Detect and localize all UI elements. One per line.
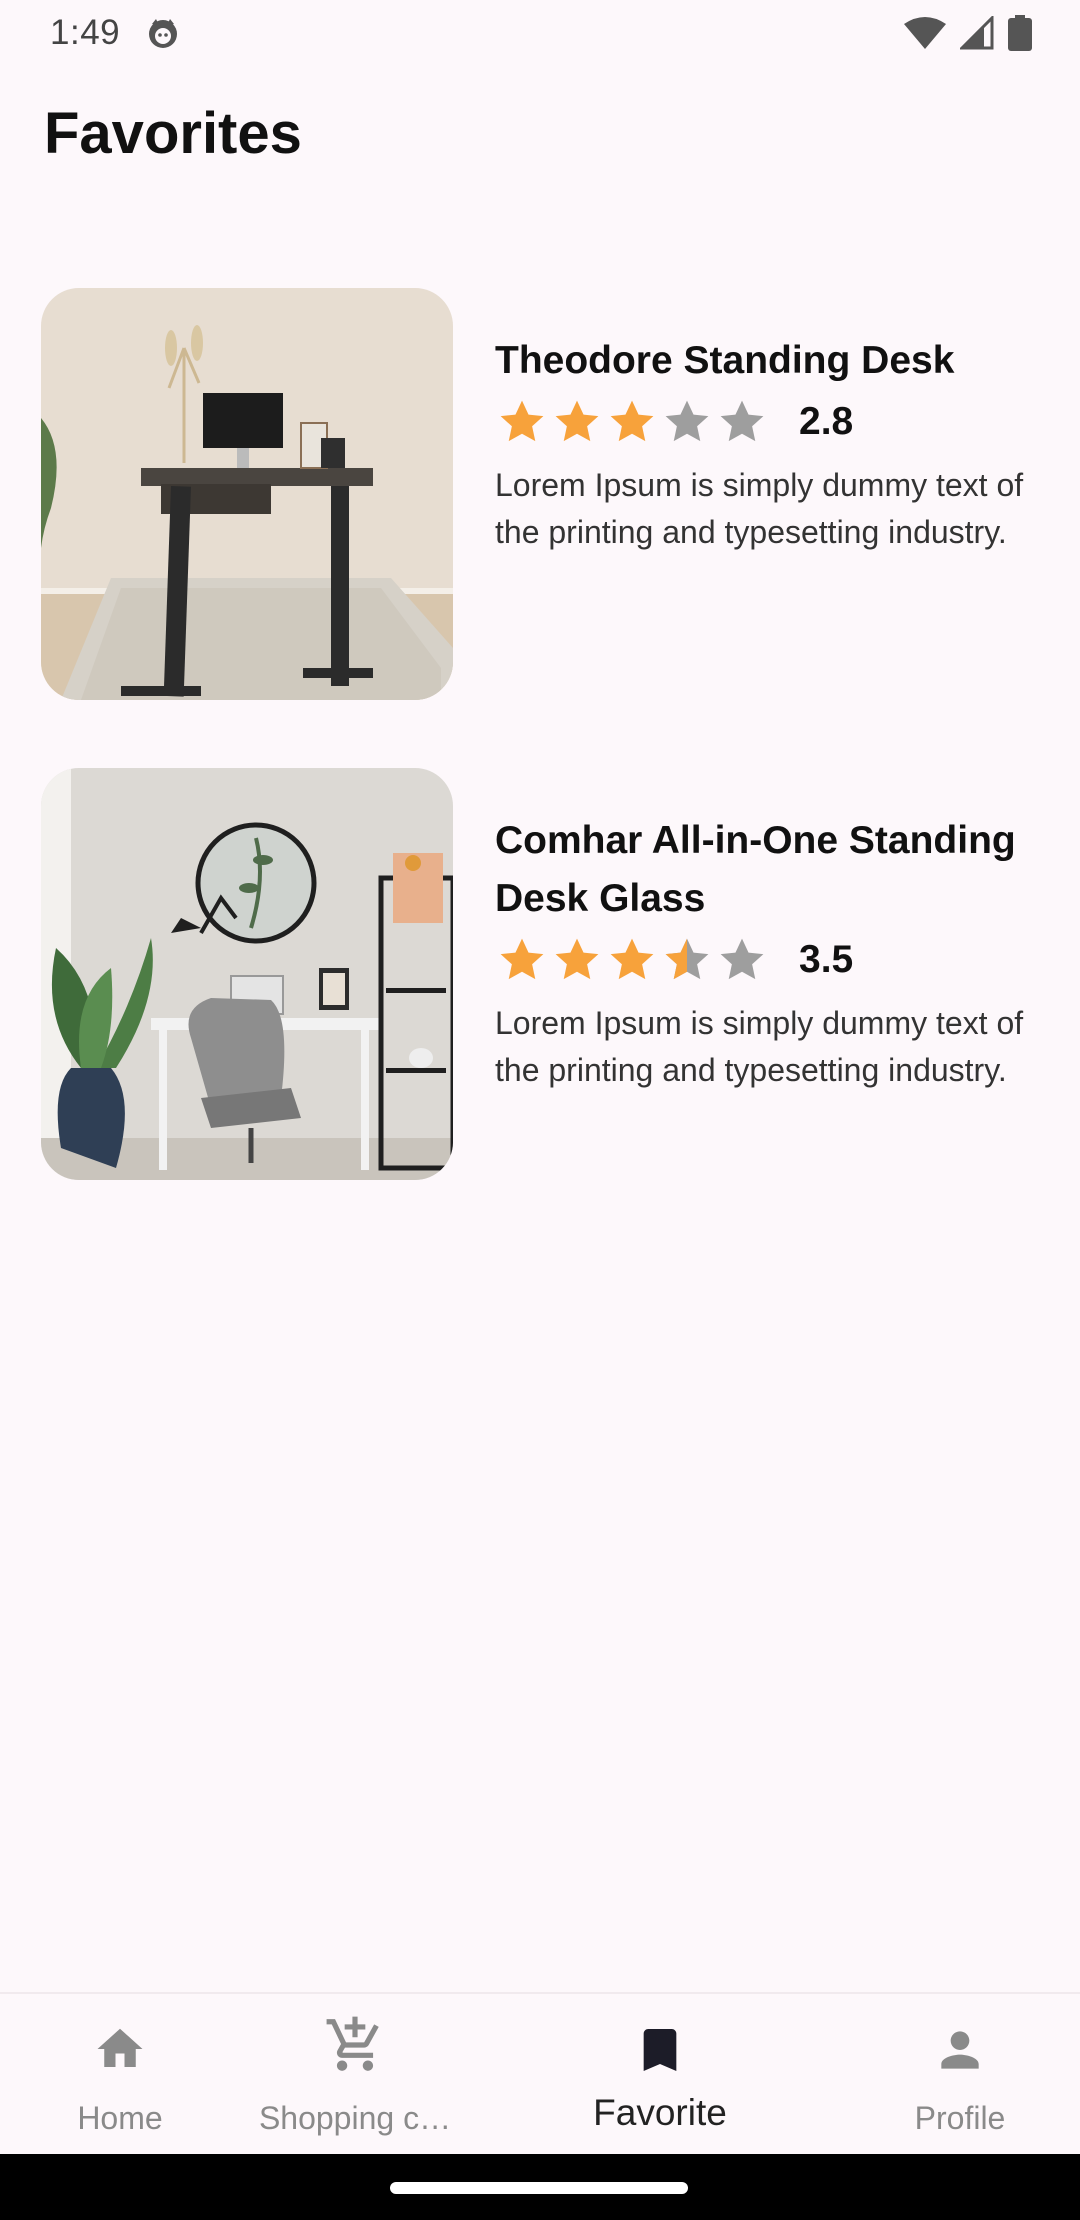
cell-signal-icon (960, 16, 994, 50)
product-title: Comhar All-in-One Standing Desk Glass (495, 819, 1016, 920)
favorites-list: Theodore Standing Desk 2.8 Lorem Ipsum i… (0, 288, 1080, 1248)
favorite-item[interactable]: Theodore Standing Desk 2.8 Lorem Ipsum i… (0, 288, 1080, 700)
status-time: 1:49 (50, 13, 121, 52)
nav-item-favorite[interactable]: Favorite (560, 1994, 760, 2156)
nav-label-profile: Profile (914, 2100, 1006, 2136)
favorite-item[interactable]: Comhar All-in-One Standing Desk Glass 3.… (0, 768, 1080, 1180)
app-notification-icon (149, 19, 178, 48)
favorites-screen: 1:49 Favorites Theodore Standing Desk 2.… (0, 0, 1080, 2220)
home-icon (97, 2028, 143, 2067)
product-rating: 3.5 (495, 930, 1025, 990)
home-gesture-handle[interactable] (390, 2182, 688, 2194)
star-filled-icon (500, 938, 544, 980)
star-empty-icon (720, 938, 764, 980)
system-gesture-bar (0, 2154, 1080, 2220)
star-filled-icon (610, 400, 654, 442)
nav-label-home: Home (77, 2100, 163, 2136)
product-title: Theodore Standing Desk (495, 339, 955, 382)
page-title: Favorites (44, 101, 302, 166)
person-icon (941, 2031, 979, 2069)
nav-item-shopping-cart[interactable]: Shopping c… (250, 1994, 460, 2156)
rating-value: 3.5 (799, 938, 854, 981)
product-description: Lorem Ipsum is simply dummy text of the … (495, 467, 1024, 550)
rating-stars (495, 395, 769, 449)
nav-item-profile[interactable]: Profile (870, 1994, 1050, 2156)
bookmark-icon (643, 2029, 677, 2071)
star-filled-icon (555, 938, 599, 980)
product-rating: 2.8 (495, 392, 1025, 452)
battery-icon (1008, 15, 1032, 51)
nav-label-favorite: Favorite (593, 2092, 727, 2133)
status-bar: 1:49 (0, 0, 1080, 66)
star-filled-icon (500, 400, 544, 442)
rating-stars (495, 933, 769, 987)
star-filled-icon (555, 400, 599, 442)
product-image-comhar-desk (41, 768, 453, 1180)
wifi-icon (904, 17, 946, 49)
star-empty-icon (665, 400, 709, 442)
bottom-navigation: Home Shopping c… Favorite Profile (0, 1992, 1080, 2154)
star-filled-icon (610, 938, 654, 980)
star-empty-icon (720, 400, 764, 442)
nav-item-home[interactable]: Home (30, 1994, 210, 2156)
product-description: Lorem Ipsum is simply dummy text of the … (495, 1005, 1024, 1088)
star-half-icon (665, 938, 709, 980)
rating-value: 2.8 (799, 400, 854, 443)
add-cart-icon (326, 2016, 379, 2071)
nav-label-shopping-cart: Shopping c… (258, 2100, 452, 2136)
product-image-theodore-desk (41, 288, 453, 700)
